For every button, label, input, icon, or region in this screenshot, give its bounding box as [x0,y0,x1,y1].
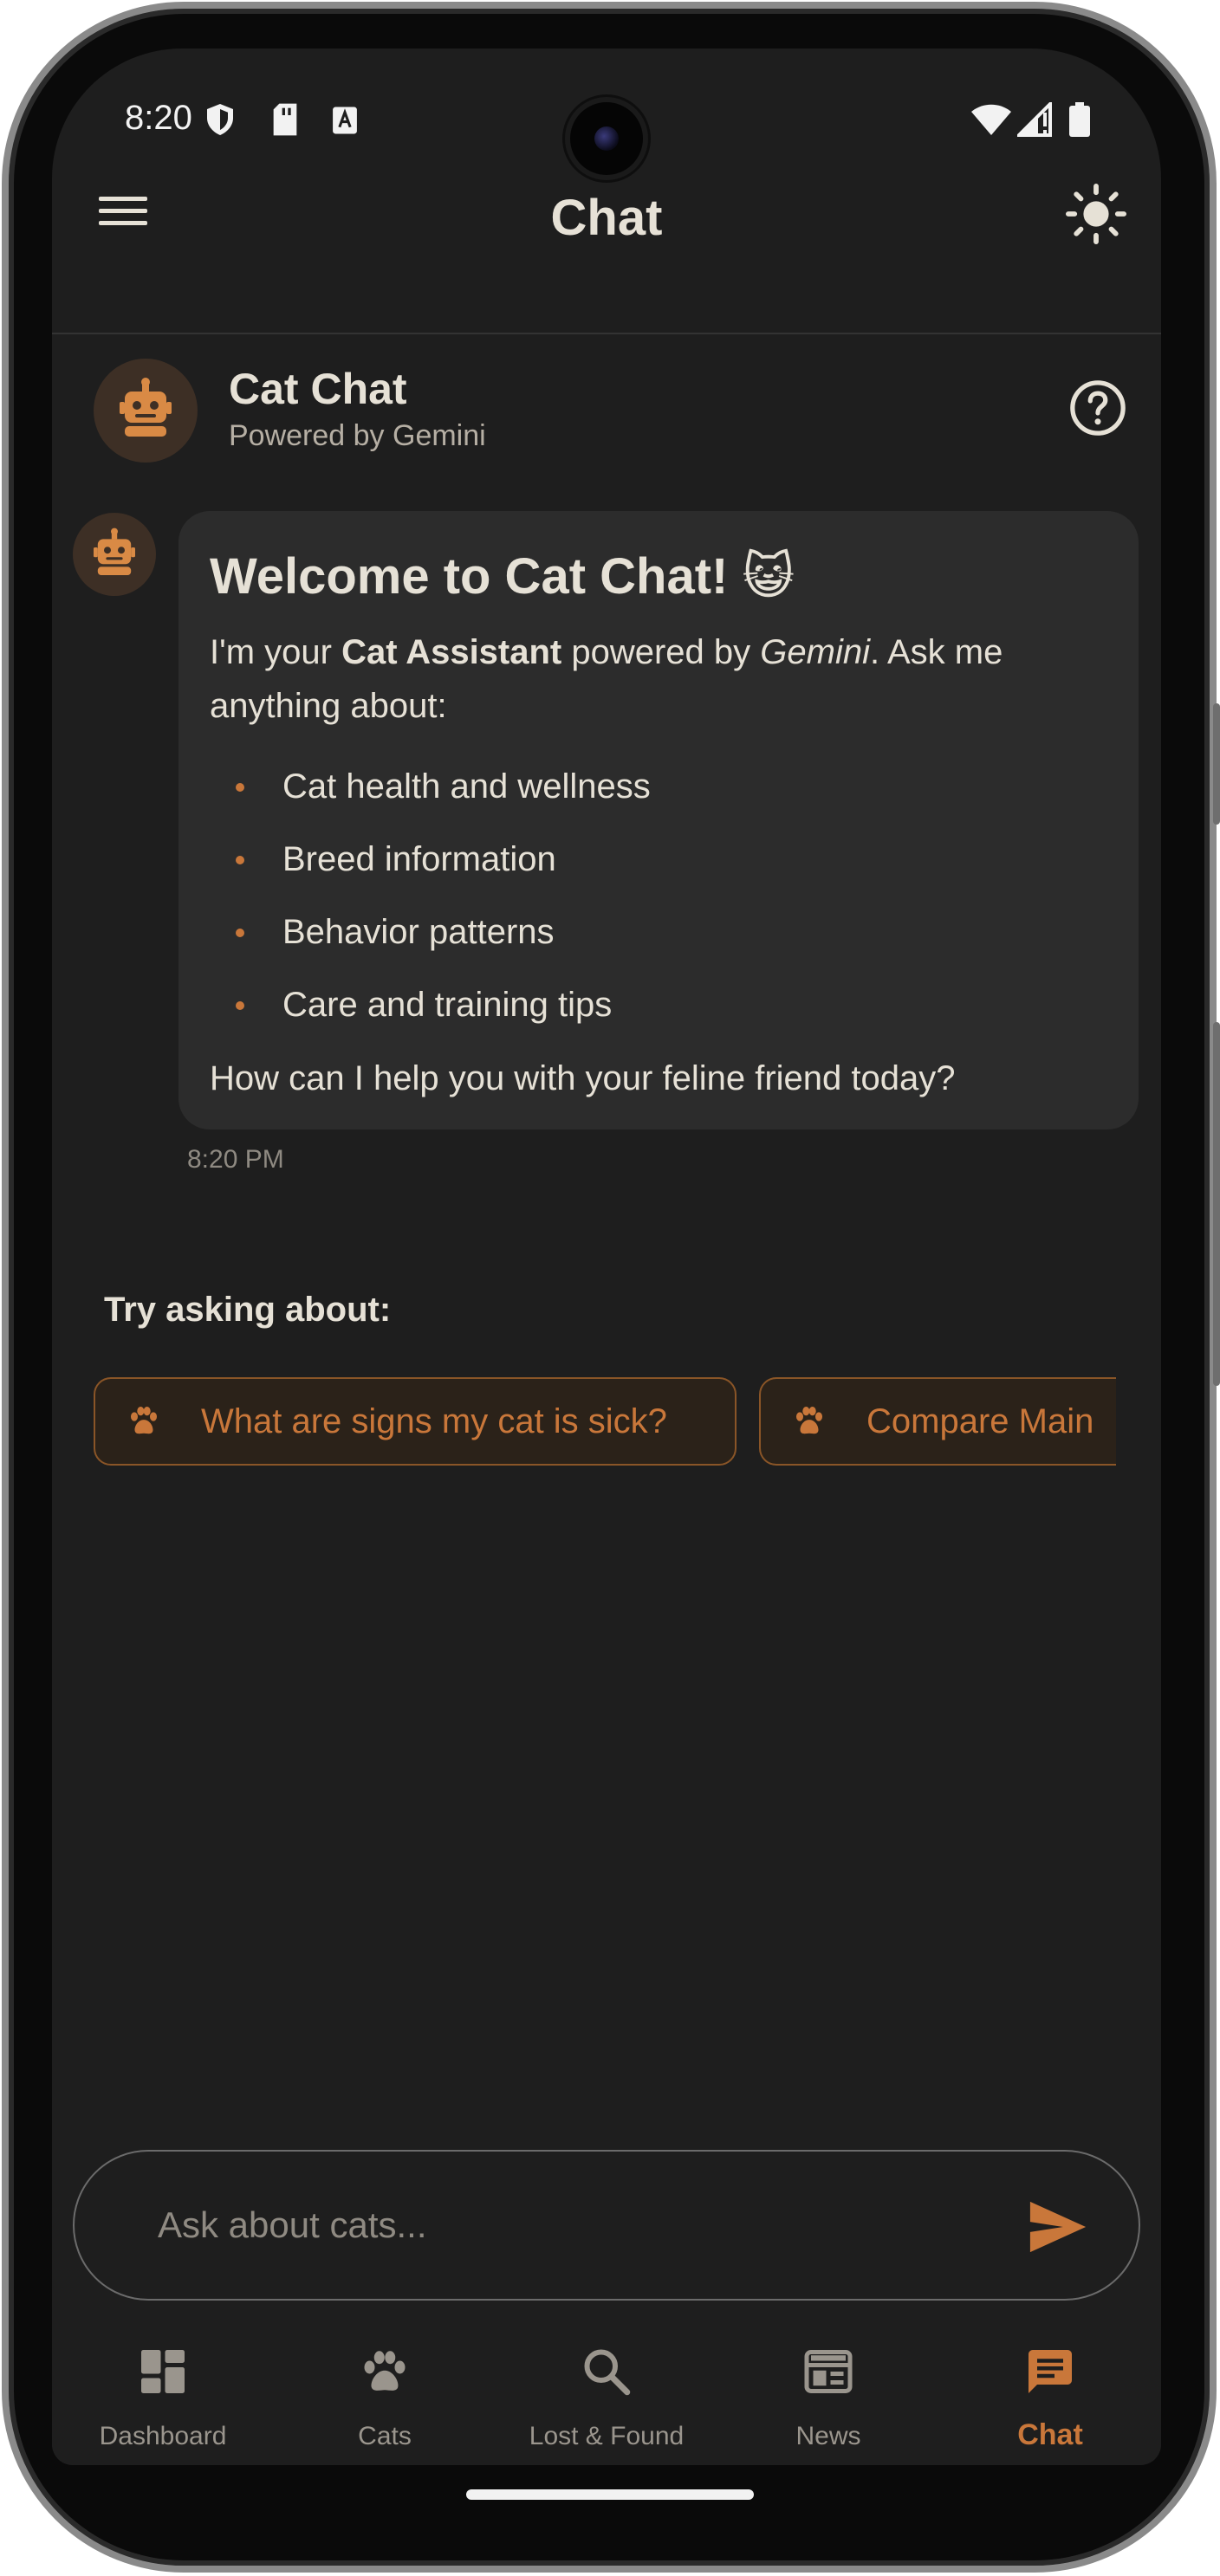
chat-name: Cat Chat [229,365,407,413]
home-indicator[interactable] [466,2489,754,2500]
app-bar: Chat [52,144,1161,334]
nav-label: Lost & Found [529,2422,685,2450]
message-bubble: Welcome to Cat Chat! 😺 I'm your Cat Assi… [178,511,1139,1129]
intro-text: I'm your [210,633,342,671]
send-icon[interactable] [1028,2198,1088,2256]
status-bar: 8:20 [52,49,1161,180]
newspaper-icon [804,2350,853,2393]
volume-button [1213,703,1220,825]
message-intro: I'm your Cat Assistant powered by Gemini… [210,625,1107,733]
text-recognition-icon [333,107,357,134]
bottom-navigation: Dashboard Cats Lost & Found News Chat [52,2327,1161,2465]
nav-label: News [795,2422,861,2450]
intro-italic: Gemini [760,633,870,671]
chat-subtitle: Powered by Gemini [229,419,486,452]
cellular-signal-icon [1017,102,1052,137]
chip-label: What are signs my cat is sick? [201,1401,667,1440]
nav-item-cats[interactable]: Cats [274,2327,496,2465]
intro-text: powered by [561,633,761,671]
message-input-container [73,2150,1140,2301]
message-timestamp: 8:20 PM [187,1145,284,1174]
intro-bold: Cat Assistant [341,633,562,671]
message-closing: How can I help you with your feline frie… [210,1059,956,1097]
sd-card-icon [273,103,297,136]
paw-icon [795,1406,823,1434]
nav-item-chat[interactable]: Chat [939,2327,1161,2465]
power-button [1213,1022,1220,1386]
status-time: 8:20 [125,99,192,137]
nav-item-dashboard[interactable]: Dashboard [52,2327,274,2465]
bot-avatar [94,359,198,463]
chip-label: Compare Main [866,1401,1094,1440]
suggestions-label: Try asking about: [104,1291,392,1329]
chat-icon [1029,2350,1072,2393]
dashboard-icon [141,2350,185,2393]
robot-icon [94,527,135,575]
list-item: Cat health and wellness [210,750,1107,823]
robot-icon [120,378,172,437]
suggestion-chips[interactable]: What are signs my cat is sick? Compare M… [94,1377,1116,1467]
shield-icon [207,104,233,135]
list-item: Behavior patterns [210,896,1107,968]
nav-item-news[interactable]: News [717,2327,939,2465]
search-icon [584,2349,631,2396]
message-title: Welcome to Cat Chat! 😺 [210,548,795,605]
app-screen: 8:20 Chat Cat Chat Powered by Gemini Wel… [52,49,1161,2465]
chat-header: Cat Chat Powered by Gemini [52,336,1161,490]
nav-label: Dashboard [99,2422,227,2450]
list-item: Care and training tips [210,968,1107,1041]
topic-list: Cat health and wellness Breed informatio… [210,750,1107,1041]
light-mode-icon[interactable] [1066,184,1126,244]
message-input[interactable] [158,2186,1007,2264]
paw-icon [364,2351,406,2391]
help-icon[interactable] [1068,378,1128,438]
suggestion-chip[interactable]: What are signs my cat is sick? [94,1377,737,1466]
nav-label: Cats [358,2422,412,2450]
page-title: Chat [550,190,663,246]
nav-item-lost-found[interactable]: Lost & Found [496,2327,717,2465]
suggestion-chip[interactable]: Compare Main [759,1377,1116,1466]
battery-icon [1069,102,1090,137]
list-item: Breed information [210,823,1107,896]
nav-label: Chat [1017,2418,1083,2451]
wifi-icon [971,104,1011,135]
message-avatar [73,513,156,596]
paw-icon [130,1406,158,1434]
